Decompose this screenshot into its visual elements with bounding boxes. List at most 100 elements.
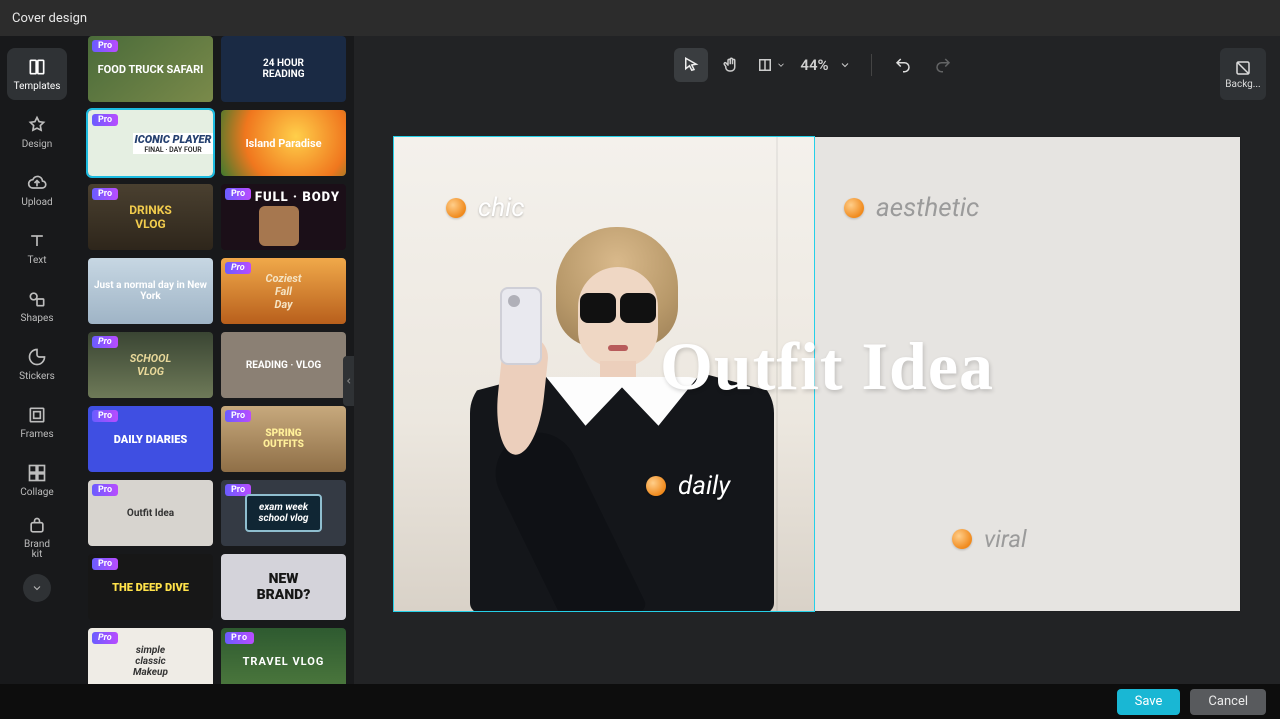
pro-badge: Pro <box>92 40 118 52</box>
sidebar-item-label: Shapes <box>21 313 54 324</box>
hand-icon <box>722 56 740 74</box>
background-label: Backg... <box>1225 79 1260 90</box>
sidebar-item-brand-kit[interactable]: Brand kit <box>7 512 67 564</box>
cancel-button[interactable]: Cancel <box>1190 689 1266 715</box>
zoom-dropdown[interactable]: 44% <box>794 56 856 74</box>
panel-collapse-handle[interactable] <box>343 356 354 406</box>
template-text: Coziest Fall Day <box>261 272 305 311</box>
template-thumbnail[interactable]: Pro FULL · BODY <box>221 184 346 250</box>
template-thumbnail[interactable]: Pro FOOD TRUCK SAFARI <box>88 36 213 102</box>
sidebar-item-design[interactable]: Design <box>7 106 67 158</box>
crop-tool-button[interactable] <box>754 48 788 82</box>
dot-icon <box>844 198 864 218</box>
tag-daily[interactable]: daily <box>646 471 730 501</box>
template-text: ICONIC PLAYER <box>135 133 212 146</box>
chevron-down-icon <box>776 60 786 70</box>
undo-button[interactable] <box>886 48 920 82</box>
template-thumbnail[interactable]: Pro Outfit Idea <box>88 480 213 546</box>
pro-badge: Pro <box>92 484 118 496</box>
redo-icon <box>934 56 952 74</box>
pro-badge: Pro <box>225 188 251 200</box>
sidebar-item-label: Design <box>22 139 53 150</box>
collage-icon <box>27 463 47 483</box>
chevron-left-icon <box>345 376 353 386</box>
sidebar-item-label: Frames <box>20 429 53 440</box>
select-tool-button[interactable] <box>674 48 708 82</box>
frames-icon <box>27 405 47 425</box>
sidebar-more-button[interactable] <box>23 574 51 602</box>
template-thumbnail[interactable]: NEW BRAND? <box>221 554 346 620</box>
chevron-down-icon <box>31 582 43 594</box>
tag-label: daily <box>678 471 730 501</box>
background-panel-button[interactable]: Backg... <box>1220 48 1266 100</box>
template-text: DRINKS VLOG <box>125 203 175 231</box>
tag-label: viral <box>984 525 1027 553</box>
undo-icon <box>894 56 912 74</box>
hand-tool-button[interactable] <box>714 48 748 82</box>
tag-aesthetic[interactable]: aesthetic <box>844 193 979 223</box>
template-thumbnail[interactable]: Pro THE DEEP DIVE <box>88 554 213 620</box>
template-thumbnail[interactable]: Island Paradise <box>221 110 346 176</box>
sidebar-item-collage[interactable]: Collage <box>7 454 67 506</box>
sidebar-item-label: Templates <box>14 81 61 92</box>
sidebar-item-shapes[interactable]: Shapes <box>7 280 67 332</box>
template-text: DAILY DIARIES <box>110 433 192 446</box>
template-thumbnail[interactable]: Proexam week school vlog <box>221 480 346 546</box>
shapes-icon <box>27 289 47 309</box>
template-thumbnail[interactable]: ProSCHOOL VLOG <box>88 332 213 398</box>
template-thumbnail[interactable]: ProDRINKS VLOG <box>88 184 213 250</box>
template-thumbnail[interactable]: Just a normal day in New York <box>88 258 213 324</box>
dot-icon <box>952 529 972 549</box>
pro-badge: Pro <box>92 558 118 570</box>
crop-icon <box>756 56 774 74</box>
tag-viral[interactable]: viral <box>952 525 1027 553</box>
sidebar-item-stickers[interactable]: Stickers <box>7 338 67 390</box>
brand-kit-icon <box>27 516 47 536</box>
left-sidebar: Templates Design Upload Text Shapes Stic… <box>0 36 74 684</box>
background-icon <box>1234 59 1252 77</box>
template-text: Just a normal day in New York <box>88 280 213 302</box>
template-thumbnail[interactable]: Pro TRAVEL VLOG <box>221 628 346 684</box>
template-subtext: FINAL · DAY FOUR <box>144 146 201 154</box>
pro-badge: Pro <box>225 632 254 644</box>
template-text: THE DEEP DIVE <box>108 581 193 594</box>
canvas-viewport[interactable]: chic aesthetic daily viral Outfit Idea <box>354 94 1280 684</box>
upload-icon <box>27 173 47 193</box>
pro-badge: Pro <box>92 632 118 644</box>
template-text: NEW BRAND? <box>253 571 315 603</box>
templates-icon <box>27 57 47 77</box>
sidebar-item-templates[interactable]: Templates <box>7 48 67 100</box>
tag-chic[interactable]: chic <box>446 193 524 223</box>
template-thumbnail[interactable]: ProCoziest Fall Day <box>221 258 346 324</box>
top-toolbar: 44% Backg... <box>354 36 1280 94</box>
templates-panel[interactable]: ProFOOD TRUCK SAFARI24 HOUR READINGProIC… <box>74 36 354 684</box>
template-thumbnail[interactable]: ProICONIC PLAYERFINAL · DAY FOUR <box>88 110 213 176</box>
template-text: FULL · BODY <box>255 190 340 205</box>
template-thumbnail[interactable]: ProSPRING OUTFITS <box>221 406 346 472</box>
sidebar-item-upload[interactable]: Upload <box>7 164 67 216</box>
sidebar-item-label: Stickers <box>19 371 55 382</box>
window-title: Cover design <box>12 11 87 26</box>
toolbar-separator <box>871 54 872 76</box>
dot-icon <box>646 476 666 496</box>
chevron-down-icon <box>839 59 851 71</box>
template-text: TRAVEL VLOG <box>239 655 329 668</box>
template-thumbnail[interactable]: 24 HOUR READING <box>221 36 346 102</box>
save-label: Save <box>1135 694 1163 709</box>
template-thumbnail[interactable]: ProDAILY DIARIES <box>88 406 213 472</box>
sidebar-item-frames[interactable]: Frames <box>7 396 67 448</box>
design-canvas[interactable]: chic aesthetic daily viral Outfit Idea <box>394 137 1240 611</box>
template-text: READING · VLOG <box>242 360 325 371</box>
sidebar-item-text[interactable]: Text <box>7 222 67 274</box>
canvas-title-text[interactable]: Outfit Idea <box>660 327 994 406</box>
sidebar-item-label: Collage <box>20 487 53 498</box>
zoom-value: 44% <box>800 56 828 74</box>
save-button[interactable]: Save <box>1117 689 1181 715</box>
template-thumbnail[interactable]: READING · VLOG <box>221 332 346 398</box>
template-text: exam week school vlog <box>245 494 322 532</box>
template-text: FOOD TRUCK SAFARI <box>94 63 208 76</box>
template-text: Outfit Idea <box>123 508 178 519</box>
template-thumbnail[interactable]: Prosimple classic Makeup <box>88 628 213 684</box>
redo-button[interactable] <box>926 48 960 82</box>
templates-grid: ProFOOD TRUCK SAFARI24 HOUR READINGProIC… <box>88 36 346 684</box>
